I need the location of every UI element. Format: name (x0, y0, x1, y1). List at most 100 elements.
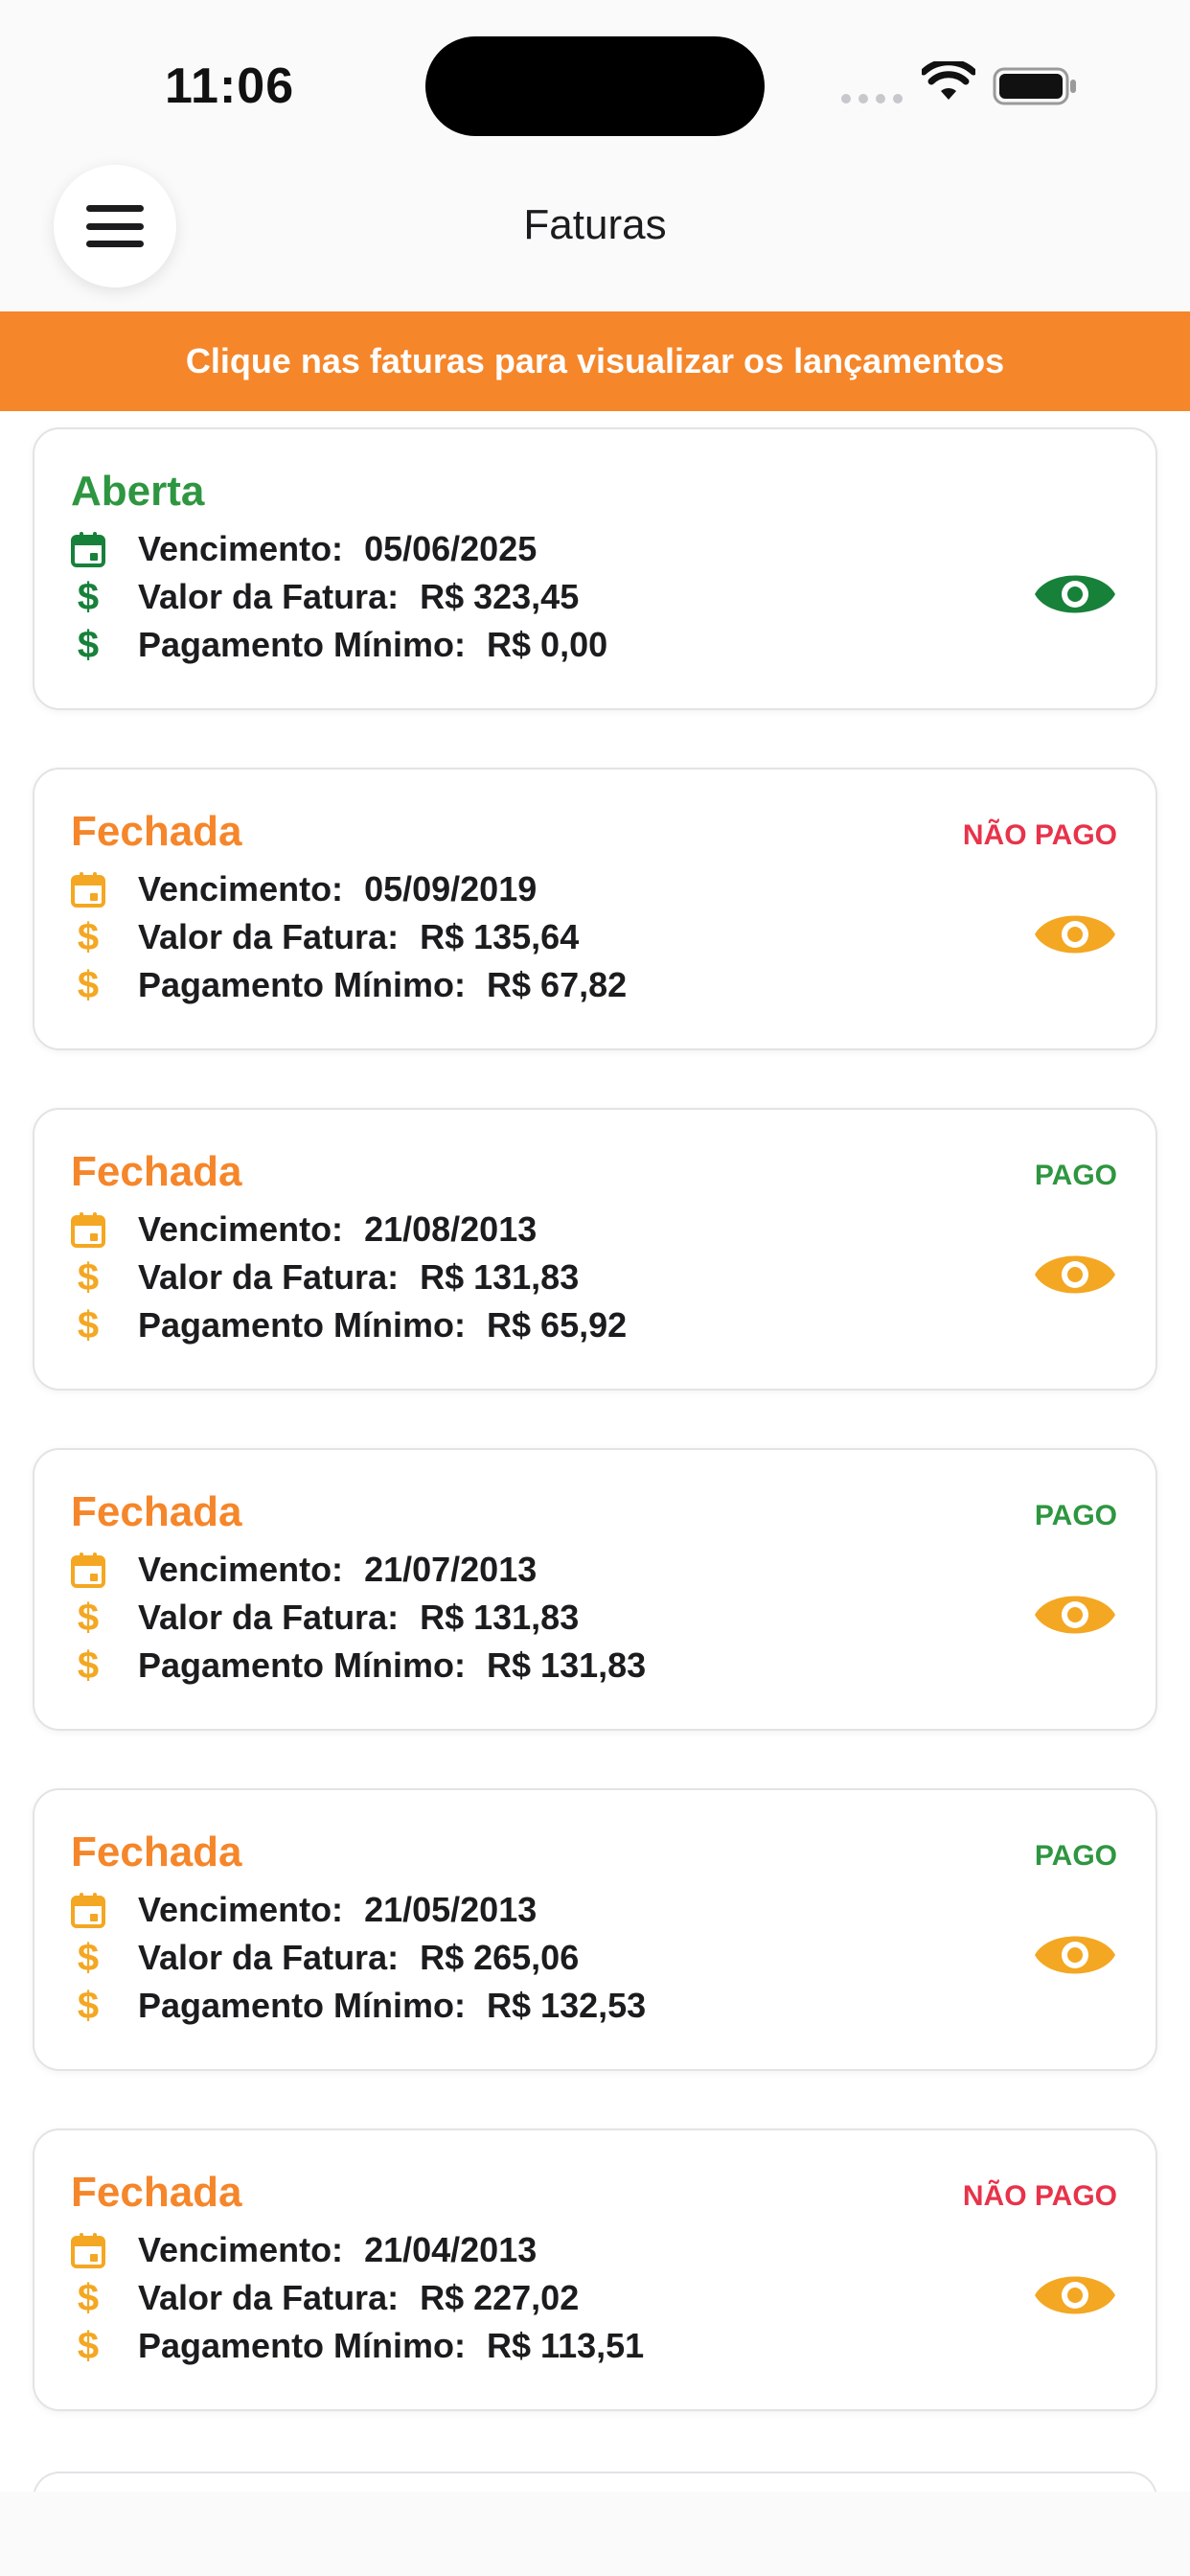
invoice-value-row: $ Valor da Fatura: R$ 131,83 (69, 1594, 579, 1642)
invoice-list: Aberta Vencimento: 05/06/2025 $ Valor da… (0, 411, 1190, 2492)
wifi-icon (922, 61, 975, 100)
view-invoice-button[interactable] (1033, 1244, 1117, 1305)
invoice-value-label: Valor da Fatura: (138, 1257, 400, 1297)
invoice-value-row: $ Valor da Fatura: R$ 227,02 (69, 2274, 579, 2322)
view-invoice-button[interactable] (1033, 2265, 1117, 2326)
eye-icon (1035, 575, 1115, 613)
due-date-row: Vencimento: 21/07/2013 (69, 1546, 537, 1594)
dollar-icon: $ (77, 1644, 100, 1687)
invoice-value-label: Valor da Fatura: (138, 577, 400, 616)
signal-dots-icon (841, 94, 903, 104)
dollar-icon: $ (77, 1937, 100, 1979)
dollar-icon: $ (77, 624, 100, 666)
invoice-status: Fechada (71, 1148, 242, 1195)
dynamic-island (425, 36, 765, 136)
due-date-value: 21/08/2013 (364, 1209, 538, 1249)
info-banner-text: Clique nas faturas para visualizar os la… (185, 341, 1005, 380)
due-date-value: 05/09/2019 (364, 869, 538, 908)
minimum-payment-label: Pagamento Mínimo: (138, 965, 467, 1004)
eye-icon (1035, 2276, 1115, 2314)
due-date-value: 21/07/2013 (364, 1550, 538, 1589)
dollar-icon: $ (77, 964, 100, 1006)
minimum-payment-value: R$ 131,83 (487, 1645, 647, 1685)
payment-status-badge: PAGO (1034, 1160, 1117, 1191)
minimum-payment-value: R$ 67,82 (487, 965, 628, 1004)
dollar-icon: $ (77, 2277, 100, 2319)
due-date-row: Vencimento: 21/05/2013 (69, 1886, 537, 1934)
invoice-value-label: Valor da Fatura: (138, 917, 400, 956)
due-date-label: Vencimento: (138, 1209, 344, 1249)
view-invoice-button[interactable] (1033, 564, 1117, 625)
invoice-card[interactable]: Fechada PAGO Vencimento: 21/08/2013 $ Va… (33, 1108, 1157, 1391)
dollar-icon: $ (77, 916, 100, 958)
invoice-value-label: Valor da Fatura: (138, 1938, 400, 1977)
minimum-payment-label: Pagamento Mínimo: (138, 1645, 467, 1685)
invoice-value-row: $ Valor da Fatura: R$ 131,83 (69, 1254, 579, 1301)
minimum-payment-label: Pagamento Mínimo: (138, 2326, 467, 2365)
invoice-status: Fechada (71, 1828, 242, 1875)
status-time: 11:06 (165, 58, 295, 114)
calendar-icon (69, 870, 107, 908)
page-title: Faturas (523, 201, 667, 248)
invoice-status: Fechada (71, 808, 242, 855)
minimum-payment-row: $ Pagamento Mínimo: R$ 67,82 (69, 961, 627, 1009)
due-date-row: Vencimento: 21/04/2013 (69, 2226, 537, 2274)
dollar-icon: $ (77, 576, 100, 618)
calendar-icon (69, 1891, 107, 1929)
eye-icon (1035, 1596, 1115, 1634)
invoice-status: Aberta (71, 468, 205, 515)
minimum-payment-label: Pagamento Mínimo: (138, 1986, 467, 2025)
eye-icon (1035, 1255, 1115, 1294)
payment-status-badge: NÃO PAGO (962, 819, 1117, 851)
dollar-icon: $ (77, 2325, 100, 2367)
dollar-icon: $ (77, 1304, 100, 1346)
due-date-value: 21/05/2013 (364, 1890, 538, 1929)
invoice-card[interactable]: Aberta Vencimento: 05/06/2025 $ Valor da… (33, 427, 1157, 710)
minimum-payment-row: $ Pagamento Mínimo: R$ 131,83 (69, 1642, 646, 1690)
eye-icon (1035, 915, 1115, 954)
calendar-icon (69, 530, 107, 568)
invoice-value: R$ 323,45 (420, 577, 580, 616)
due-date-row: Vencimento: 21/08/2013 (69, 1206, 537, 1254)
minimum-payment-row: $ Pagamento Mínimo: R$ 65,92 (69, 1301, 627, 1349)
calendar-icon (69, 2231, 107, 2269)
minimum-payment-row: $ Pagamento Mínimo: R$ 132,53 (69, 1982, 646, 2030)
info-banner: Clique nas faturas para visualizar os la… (0, 311, 1190, 411)
due-date-label: Vencimento: (138, 529, 344, 568)
eye-icon (1035, 1936, 1115, 1974)
minimum-payment-label: Pagamento Mínimo: (138, 1305, 467, 1345)
invoice-card[interactable]: Fechada PAGO Vencimento: 21/07/2013 $ Va… (33, 1448, 1157, 1731)
invoice-value: R$ 131,83 (420, 1598, 580, 1637)
minimum-payment-value: R$ 132,53 (487, 1986, 647, 2025)
invoice-card[interactable]: Fechada NÃO PAGO Vencimento: 21/04/2013 … (33, 2128, 1157, 2411)
due-date-value: 21/04/2013 (364, 2230, 538, 2269)
invoice-value-row: $ Valor da Fatura: R$ 323,45 (69, 573, 579, 621)
view-invoice-button[interactable] (1033, 1584, 1117, 1645)
minimum-payment-value: R$ 113,51 (487, 2326, 645, 2365)
due-date-value: 05/06/2025 (364, 529, 538, 568)
invoice-value-row: $ Valor da Fatura: R$ 135,64 (69, 913, 579, 961)
view-invoice-button[interactable] (1033, 1924, 1117, 1986)
invoice-card[interactable]: Fechada PAGO Vencimento: 21/05/2013 $ Va… (33, 1788, 1157, 2071)
app-header: Faturas (0, 153, 1190, 311)
invoice-value: R$ 131,83 (420, 1257, 580, 1297)
payment-status-badge: PAGO (1034, 1840, 1117, 1872)
minimum-payment-label: Pagamento Mínimo: (138, 625, 467, 664)
invoice-value-row: $ Valor da Fatura: R$ 265,06 (69, 1934, 579, 1982)
invoice-status: Fechada (71, 2169, 242, 2216)
due-date-row: Vencimento: 05/09/2019 (69, 865, 537, 913)
bottom-safe-area (0, 2492, 1190, 2576)
minimum-payment-row: $ Pagamento Mínimo: R$ 0,00 (69, 621, 607, 669)
view-invoice-button[interactable] (1033, 904, 1117, 965)
battery-icon (993, 67, 1076, 105)
minimum-payment-value: R$ 65,92 (487, 1305, 628, 1345)
invoice-card[interactable]: Fechada NÃO PAGO Vencimento: 05/09/2019 … (33, 768, 1157, 1050)
calendar-icon (69, 1551, 107, 1589)
payment-status-badge: PAGO (1034, 1500, 1117, 1531)
invoice-value-label: Valor da Fatura: (138, 2278, 400, 2317)
due-date-label: Vencimento: (138, 1890, 344, 1929)
due-date-row: Vencimento: 05/06/2025 (69, 525, 537, 573)
minimum-payment-row: $ Pagamento Mínimo: R$ 113,51 (69, 2322, 644, 2370)
invoice-value: R$ 135,64 (420, 917, 580, 956)
invoice-card[interactable] (33, 2472, 1157, 2492)
